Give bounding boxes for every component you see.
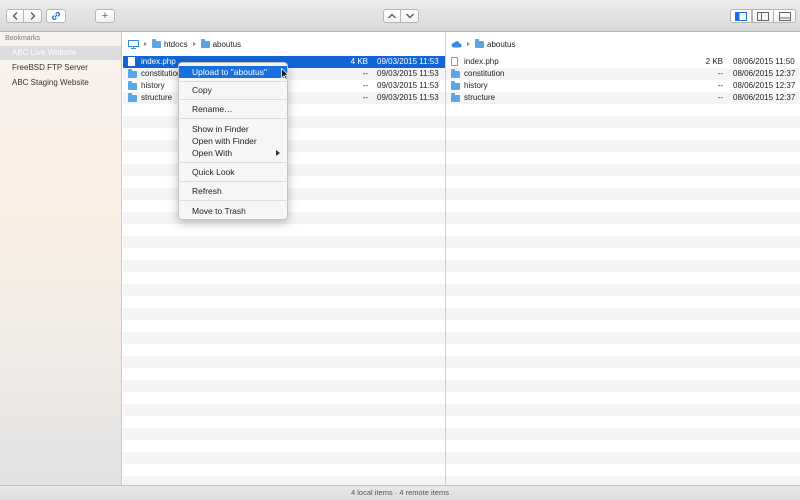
back-button[interactable] xyxy=(6,9,24,23)
context-menu: Upload to "aboutus" Copy Rename… Show in… xyxy=(178,62,288,220)
computer-icon[interactable] xyxy=(128,39,139,49)
menu-separator xyxy=(180,118,286,119)
forward-button[interactable] xyxy=(24,9,42,23)
menu-upload[interactable]: Upload to "aboutus" xyxy=(179,66,287,78)
menu-separator xyxy=(180,81,286,82)
file-date: 09/03/2015 11:53 xyxy=(377,93,439,102)
file-date: 08/06/2015 12:37 xyxy=(733,69,796,78)
file-name: constitution xyxy=(141,69,182,78)
file-date: 08/06/2015 11:50 xyxy=(733,57,795,66)
file-date: 09/03/2015 11:53 xyxy=(377,57,439,66)
sidebar-panel-icon xyxy=(757,11,769,21)
file-date: 08/06/2015 12:37 xyxy=(733,81,796,90)
breadcrumb-separator-icon xyxy=(192,42,196,46)
folder-icon xyxy=(451,93,460,106)
sidebar-heading: Bookmarks xyxy=(5,35,41,42)
sidebar: Bookmarks ABC Live Website FreeBSD FTP S… xyxy=(0,32,122,485)
mouse-cursor-icon xyxy=(281,68,289,80)
status-bar: 4 local items · 4 remote items xyxy=(0,485,800,500)
bottom-panel-icon xyxy=(778,11,791,21)
view-segment xyxy=(730,9,796,23)
file-name: structure xyxy=(141,93,173,102)
move-down-button[interactable] xyxy=(401,9,419,23)
submenu-arrow-icon xyxy=(276,150,280,156)
file-name: index.php xyxy=(141,57,176,66)
breadcrumb-htdocs[interactable]: htdocs xyxy=(164,40,188,49)
toolbar: + xyxy=(0,0,800,32)
sync-segment xyxy=(383,9,419,23)
remote-file-list[interactable]: index.php 2 KB 08/06/2015 11:50 constitu… xyxy=(446,56,800,485)
file-size: -- xyxy=(717,69,723,78)
file-name: history xyxy=(141,81,165,90)
toggle-sidebar-button[interactable] xyxy=(730,9,752,23)
remote-pane: aboutus index.php 2 KB 08/06/2015 11:50 … xyxy=(446,32,800,485)
file-size: -- xyxy=(362,81,368,90)
file-size: 2 KB xyxy=(705,57,723,66)
file-name: structure xyxy=(464,93,496,102)
file-size: -- xyxy=(717,93,723,102)
sidebar-left-icon xyxy=(735,11,747,21)
link-button[interactable] xyxy=(46,9,66,23)
menu-rename[interactable]: Rename… xyxy=(179,103,287,115)
link-icon xyxy=(51,11,61,21)
breadcrumb-aboutus[interactable]: aboutus xyxy=(213,40,241,49)
breadcrumb-separator-icon xyxy=(467,42,470,46)
folder-icon xyxy=(152,38,161,48)
menu-show-in-finder[interactable]: Show in Finder xyxy=(179,123,287,135)
menu-copy[interactable]: Copy xyxy=(179,84,287,96)
menu-separator xyxy=(180,200,286,201)
menu-separator xyxy=(180,162,286,163)
menu-open-with[interactable]: Open With xyxy=(179,147,287,159)
menu-refresh[interactable]: Refresh xyxy=(179,185,287,197)
breadcrumb-aboutus[interactable]: aboutus xyxy=(487,40,515,49)
file-size: -- xyxy=(362,93,368,102)
folder-icon xyxy=(128,93,137,106)
menu-open-with-finder[interactable]: Open with Finder xyxy=(179,135,287,147)
nav-segment xyxy=(6,9,42,23)
menu-quick-look[interactable]: Quick Look xyxy=(179,166,287,178)
menu-separator xyxy=(180,99,286,100)
file-size: -- xyxy=(717,81,723,90)
chevron-down-icon xyxy=(405,13,414,19)
table-row[interactable]: index.php 2 KB 08/06/2015 11:50 xyxy=(446,56,800,68)
table-row[interactable]: structure -- 08/06/2015 12:37 xyxy=(446,92,800,104)
table-row[interactable]: history -- 08/06/2015 12:37 xyxy=(446,80,800,92)
bookmark-freebsd-ftp[interactable]: FreeBSD FTP Server xyxy=(0,61,121,75)
local-breadcrumb: htdocs aboutus xyxy=(123,32,445,56)
menu-move-to-trash[interactable]: Move to Trash xyxy=(179,205,287,217)
file-name: history xyxy=(464,81,488,90)
chevron-left-icon xyxy=(12,12,18,20)
file-name: index.php xyxy=(464,57,499,66)
folder-icon xyxy=(200,38,210,48)
move-up-button[interactable] xyxy=(383,9,401,23)
file-date: 09/03/2015 11:53 xyxy=(377,69,439,78)
menu-separator xyxy=(180,181,286,182)
bookmark-abc-staging[interactable]: ABC Staging Website xyxy=(0,76,121,90)
cloud-icon[interactable] xyxy=(451,40,462,48)
toggle-panel-button[interactable] xyxy=(752,9,774,23)
table-row[interactable]: constitution -- 08/06/2015 12:37 xyxy=(446,68,800,80)
file-size: -- xyxy=(362,69,368,78)
toggle-bottom-button[interactable] xyxy=(774,9,796,23)
file-date: 09/03/2015 11:53 xyxy=(377,81,439,90)
bookmark-abc-live[interactable]: ABC Live Website xyxy=(0,46,121,60)
menu-open-with-label: Open With xyxy=(192,148,233,158)
remote-breadcrumb: aboutus xyxy=(446,32,800,56)
add-button[interactable]: + xyxy=(95,9,115,23)
file-size: 4 KB xyxy=(350,57,368,66)
breadcrumb-separator-icon xyxy=(144,42,147,46)
folder-icon xyxy=(475,38,484,48)
file-date: 08/06/2015 12:37 xyxy=(733,93,796,102)
chevron-up-icon xyxy=(388,13,396,19)
file-name: constitution xyxy=(464,69,505,78)
chevron-right-icon xyxy=(30,12,35,20)
